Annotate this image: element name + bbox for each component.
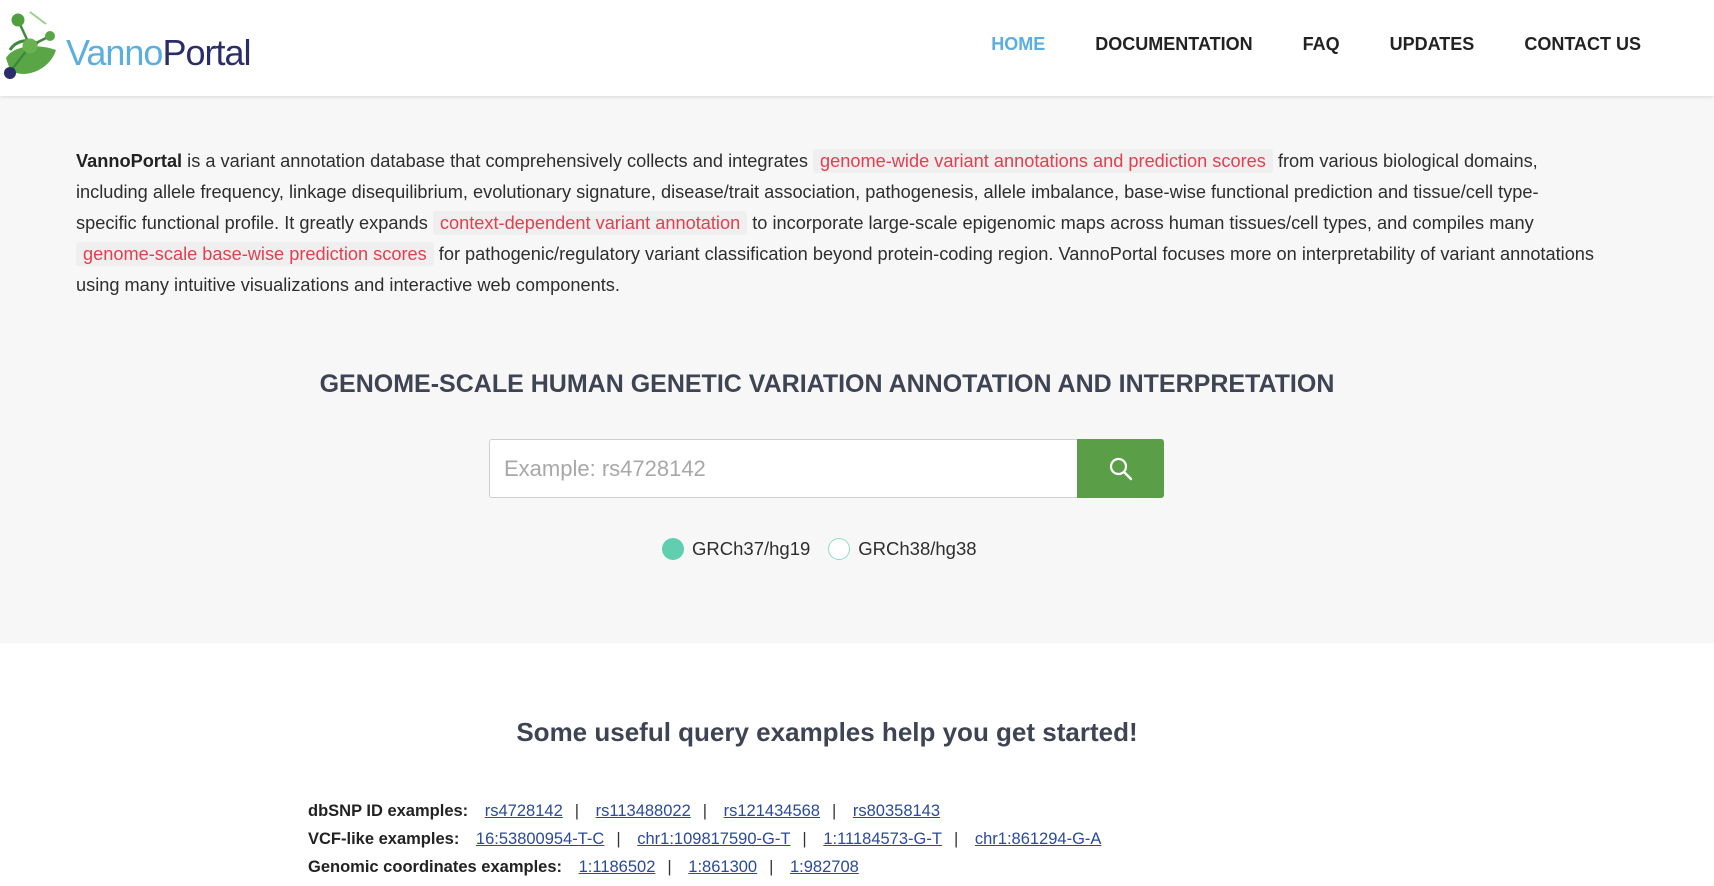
separator: | [616, 830, 621, 848]
example-link[interactable]: 16:53800954-T-C [476, 830, 604, 848]
separator: | [702, 802, 708, 820]
example-link[interactable]: rs80358143 [853, 802, 940, 820]
assembly-selector: GRCh37/hg19 GRCh38/hg38 [662, 538, 995, 560]
intro-paragraph: VannoPortal is a variant annotation data… [76, 146, 1596, 301]
examples-title: Some useful query examples help you get … [516, 717, 1138, 747]
separator: | [953, 830, 959, 848]
vcf-examples-label: VCF-like examples: [308, 830, 460, 848]
example-link[interactable]: 1:1186502 [579, 858, 656, 876]
intro-text-1: is a variant annotation database that co… [182, 151, 814, 171]
brand-part-1: Vanno [66, 32, 163, 73]
radio-label-grch37: GRCh37/hg19 [692, 538, 811, 559]
brand-part-2: Portal [162, 32, 251, 73]
example-link[interactable]: 1:11184573-G-T [823, 830, 942, 848]
radio-selected-indicator[interactable] [662, 538, 684, 560]
nav-home[interactable]: HOME [991, 34, 1045, 55]
nav-contact-us[interactable]: CONTACT US [1524, 34, 1641, 55]
hero-section: VannoPortal is a variant annotation data… [0, 96, 1714, 643]
radio-grch37[interactable]: GRCh37/hg19 [662, 538, 810, 560]
separator: | [667, 858, 672, 876]
example-link[interactable]: 1:982708 [790, 858, 859, 876]
top-header: VannoPortal HOME DOCUMENTATION FAQ UPDAT… [0, 0, 1714, 96]
coordinates-examples-label: Genomic coordinates examples: [308, 858, 563, 876]
highlight-context: context-dependent variant annotation [432, 211, 748, 235]
brand-logo[interactable]: VannoPortal [0, 10, 251, 82]
nav-faq[interactable]: FAQ [1303, 34, 1340, 55]
intro-text-3: to incorporate large-scale epigenomic ma… [747, 213, 1534, 233]
separator: | [802, 830, 807, 848]
example-link[interactable]: 1:861300 [688, 858, 757, 876]
coordinates-examples-row: Genomic coordinates examples: 1:1186502 |… [308, 858, 859, 877]
separator: | [769, 858, 774, 876]
search-button[interactable] [1077, 439, 1164, 498]
main-nav: HOME DOCUMENTATION FAQ UPDATES CONTACT U… [991, 0, 1714, 88]
dbsnp-examples-row: dbSNP ID examples: rs4728142 | rs11348802… [308, 802, 940, 821]
example-link[interactable]: chr1:109817590-G-T [637, 830, 790, 848]
nav-updates[interactable]: UPDATES [1390, 34, 1475, 55]
nav-documentation[interactable]: DOCUMENTATION [1095, 34, 1252, 55]
radio-label-grch38: GRCh38/hg38 [858, 538, 977, 559]
example-link[interactable]: chr1:861294-G-A [975, 830, 1102, 848]
separator: | [831, 802, 837, 820]
radio-grch38[interactable]: GRCh38/hg38 [828, 538, 977, 560]
search-icon [1109, 457, 1132, 480]
brand-wordmark: VannoPortal [66, 32, 251, 74]
example-link[interactable]: rs113488022 [596, 802, 691, 820]
search-bar [489, 439, 1164, 498]
highlight-annotations: genome-wide variant annotations and pred… [813, 149, 1273, 173]
radio-unselected-indicator[interactable] [828, 538, 851, 560]
separator: | [574, 802, 580, 820]
intro-brand: VannoPortal [76, 151, 183, 171]
example-link[interactable]: rs4728142 [485, 802, 563, 820]
logo-molecule-icon [4, 11, 56, 79]
page-headline: GENOME-SCALE HUMAN GENETIC VARIATION ANN… [319, 370, 1335, 398]
vcf-examples-row: VCF-like examples: 16:53800954-T-C | chr1… [308, 830, 1101, 849]
dbsnp-examples-label: dbSNP ID examples: [308, 802, 469, 820]
example-link[interactable]: rs121434568 [724, 802, 820, 820]
highlight-scores: genome-scale base-wise prediction scores [76, 242, 434, 266]
search-input[interactable] [489, 439, 1078, 498]
